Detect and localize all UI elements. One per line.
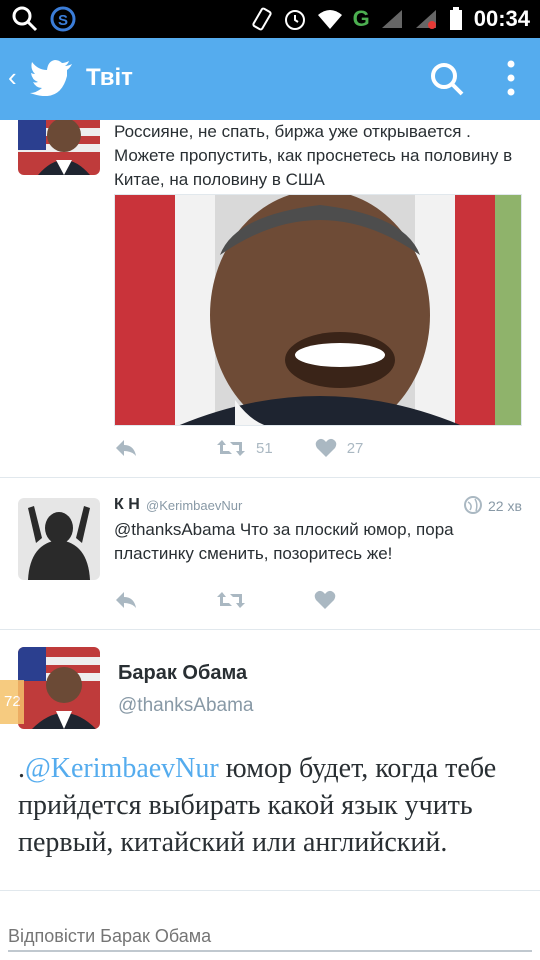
like-count: 27 (346, 439, 364, 457)
tweet-text: @thanksAbama Что за плоский юмор, пора п… (114, 520, 454, 563)
author-handle[interactable]: @KerimbaevNur (146, 498, 242, 513)
obama-avatar[interactable] (18, 120, 100, 175)
retweet-icon[interactable] (216, 590, 246, 610)
app-bar: ‹ Твіт (0, 38, 540, 120)
author-name[interactable]: К Н (114, 496, 140, 514)
divider (0, 477, 540, 478)
signal-icon-2 (415, 10, 436, 29)
page-title: Твіт (86, 64, 133, 91)
twitter-bird-icon[interactable] (30, 60, 74, 96)
location-globe-icon (464, 496, 482, 514)
author-name[interactable]: Барак Обама (118, 662, 247, 685)
kn-avatar[interactable] (18, 498, 100, 580)
back-button[interactable]: ‹ (8, 62, 17, 93)
battery-icon (449, 7, 462, 30)
divider (0, 629, 540, 630)
tweet-prefix: . (18, 753, 25, 784)
status-bar: S G 00:34 (0, 0, 540, 38)
tweet-actions: 51 27 (114, 438, 363, 458)
signal-icon (381, 10, 402, 28)
retweet-count: 51 (256, 439, 273, 457)
svg-text:S: S (58, 12, 68, 29)
reply-underline (8, 950, 532, 952)
mention-link[interactable]: @KerimbaevNur (25, 753, 219, 784)
network-type: G (352, 6, 370, 31)
reply-input[interactable] (8, 926, 532, 947)
alarm-icon (284, 10, 305, 30)
search-icon (12, 6, 38, 32)
tweet-text: Россияне, не спать, биржа уже открываетс… (114, 122, 513, 189)
main-author-avatar[interactable] (18, 647, 100, 729)
main-tweet-text: .@KerimbaevNur юмор будет, когда тебе пр… (18, 750, 528, 861)
author-handle[interactable]: @thanksAbama (118, 695, 253, 717)
tweet-photo[interactable] (114, 194, 522, 426)
clock: 00:34 (473, 6, 530, 31)
like-icon[interactable] (315, 438, 337, 458)
tweet-timestamp: 22 хв (488, 498, 522, 514)
vibrate-icon (251, 7, 272, 31)
side-badge: 72 (0, 680, 24, 724)
search-button[interactable] (430, 62, 464, 96)
reply-icon[interactable] (114, 438, 138, 458)
retweet-icon[interactable] (216, 438, 246, 458)
tweet-actions (114, 590, 336, 610)
like-icon[interactable] (314, 590, 336, 610)
reply-icon[interactable] (114, 590, 138, 610)
wifi-icon (317, 10, 342, 29)
overflow-menu-icon[interactable] (504, 58, 518, 98)
skype-icon: S (50, 6, 76, 32)
